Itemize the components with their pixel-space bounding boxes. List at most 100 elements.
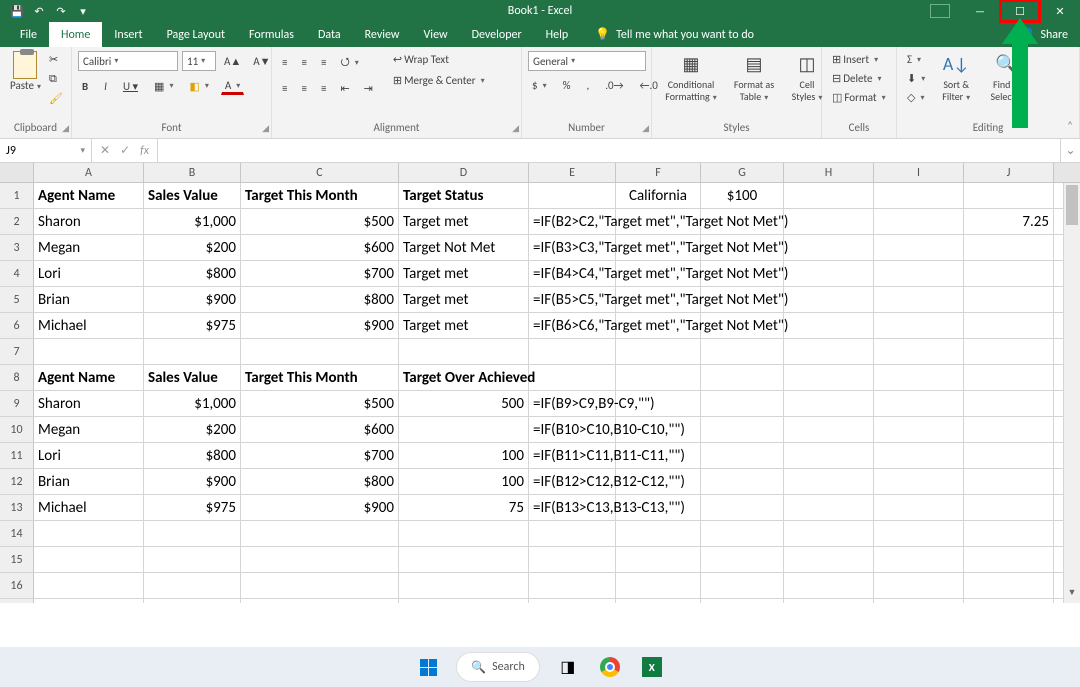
sort-filter-button[interactable]: A↓Sort & Filter [933, 51, 979, 106]
cell-G10[interactable] [701, 417, 784, 442]
row-header[interactable]: 7 [0, 339, 34, 364]
bold-button[interactable]: B [78, 78, 92, 95]
cell-E16[interactable] [529, 573, 616, 598]
align-center-icon[interactable]: ≡ [297, 80, 310, 97]
cell-D6[interactable]: Target met [399, 313, 529, 338]
cell-D4[interactable]: Target met [399, 261, 529, 286]
cell-I12[interactable] [874, 469, 964, 494]
fill-color-icon[interactable]: ◧ [185, 78, 212, 95]
cell-E7[interactable] [529, 339, 616, 364]
row-header[interactable]: 3 [0, 235, 34, 260]
cell-J2[interactable]: 7.25 [964, 209, 1054, 234]
cell-H9[interactable] [784, 391, 874, 416]
cell-I13[interactable] [874, 495, 964, 520]
taskbar-search[interactable]: 🔍Search [456, 652, 540, 682]
cell-F15[interactable] [616, 547, 701, 572]
cell-F17[interactable] [616, 599, 701, 603]
cell-B16[interactable] [144, 573, 241, 598]
row-header[interactable]: 16 [0, 573, 34, 598]
find-select-button[interactable]: 🔍Find & Select [983, 51, 1029, 106]
cell-I15[interactable] [874, 547, 964, 572]
cell-B9[interactable]: $1,000 [144, 391, 241, 416]
task-view-button[interactable]: ◨ [554, 653, 582, 681]
maximize-button[interactable]: ☐ [1000, 0, 1040, 22]
conditional-formatting-button[interactable]: ▦Conditional Formatting [658, 51, 724, 106]
cell-C1[interactable]: Target This Month [241, 183, 399, 208]
cell-I11[interactable] [874, 443, 964, 468]
save-icon[interactable]: 💾 [10, 4, 24, 18]
cell-G12[interactable] [701, 469, 784, 494]
cell-A1[interactable]: Agent Name [34, 183, 144, 208]
cell-B12[interactable]: $900 [144, 469, 241, 494]
cell-G13[interactable] [701, 495, 784, 520]
cell-E17[interactable] [529, 599, 616, 603]
increase-indent-icon[interactable]: ⇥ [360, 80, 377, 97]
cell-C8[interactable]: Target This Month [241, 365, 399, 390]
font-name-select[interactable]: Calibri [78, 51, 178, 71]
column-header-J[interactable]: J [964, 163, 1054, 182]
percent-format-icon[interactable]: % [559, 77, 575, 94]
comma-format-icon[interactable]: , [582, 77, 593, 94]
orientation-icon[interactable]: ⭯ [336, 51, 362, 74]
cell-B14[interactable] [144, 521, 241, 546]
column-header-H[interactable]: H [784, 163, 874, 182]
cell-A6[interactable]: Michael [34, 313, 144, 338]
cell-A8[interactable]: Agent Name [34, 365, 144, 390]
format-painter-icon[interactable]: 🖌 [49, 92, 63, 105]
cell-A16[interactable] [34, 573, 144, 598]
cell-G14[interactable] [701, 521, 784, 546]
start-button[interactable] [414, 653, 442, 681]
cell-J16[interactable] [964, 573, 1054, 598]
tab-file[interactable]: File [8, 22, 49, 47]
cell-F1[interactable]: California [616, 183, 701, 208]
column-header-D[interactable]: D [399, 163, 529, 182]
cell-E2[interactable]: =IF(B2>C2,"Target met","Target Not Met") [529, 209, 616, 234]
delete-cells-button[interactable]: ⊟ Delete [828, 70, 885, 87]
cell-B8[interactable]: Sales Value [144, 365, 241, 390]
row-header[interactable]: 11 [0, 443, 34, 468]
cell-F16[interactable] [616, 573, 701, 598]
cell-I9[interactable] [874, 391, 964, 416]
cell-I8[interactable] [874, 365, 964, 390]
cell-G9[interactable] [701, 391, 784, 416]
cell-H17[interactable] [784, 599, 874, 603]
cell-J7[interactable] [964, 339, 1054, 364]
cell-J3[interactable] [964, 235, 1054, 260]
cell-E11[interactable]: =IF(B11>C11,B11-C11,"") [529, 443, 616, 468]
row-header[interactable]: 13 [0, 495, 34, 520]
number-format-select[interactable]: General [528, 51, 646, 71]
column-header-I[interactable]: I [874, 163, 964, 182]
fx-icon[interactable]: fx [140, 144, 149, 158]
cell-F7[interactable] [616, 339, 701, 364]
cell-B3[interactable]: $200 [144, 235, 241, 260]
wrap-text-button[interactable]: ↩ Wrap Text [389, 51, 489, 68]
row-header[interactable]: 15 [0, 547, 34, 572]
cell-A17[interactable] [34, 599, 144, 603]
tell-me-search[interactable]: 💡 Tell me what you want to do [595, 22, 754, 47]
expand-formula-bar-icon[interactable]: ⌄ [1060, 139, 1080, 162]
cell-G16[interactable] [701, 573, 784, 598]
cell-J1[interactable] [964, 183, 1054, 208]
align-right-icon[interactable]: ≡ [317, 80, 330, 97]
cell-C9[interactable]: $500 [241, 391, 399, 416]
minimize-button[interactable]: — [960, 0, 1000, 22]
cell-C14[interactable] [241, 521, 399, 546]
cell-E9[interactable]: =IF(B9>C9,B9-C9,"") [529, 391, 616, 416]
cell-B10[interactable]: $200 [144, 417, 241, 442]
row-header[interactable]: 12 [0, 469, 34, 494]
cell-C10[interactable]: $600 [241, 417, 399, 442]
cell-I5[interactable] [874, 287, 964, 312]
excel-app-icon[interactable]: X [638, 653, 666, 681]
format-cells-button[interactable]: ◫ Format [828, 89, 890, 106]
cell-H4[interactable] [784, 261, 874, 286]
insert-cells-button[interactable]: ⊞ Insert [828, 51, 882, 68]
tab-review[interactable]: Review [353, 22, 412, 47]
cell-D14[interactable] [399, 521, 529, 546]
cell-E14[interactable] [529, 521, 616, 546]
cell-F14[interactable] [616, 521, 701, 546]
align-left-icon[interactable]: ≡ [278, 80, 291, 97]
tab-developer[interactable]: Developer [460, 22, 534, 47]
row-header[interactable]: 1 [0, 183, 34, 208]
cell-C5[interactable]: $800 [241, 287, 399, 312]
select-all-button[interactable] [0, 163, 34, 182]
